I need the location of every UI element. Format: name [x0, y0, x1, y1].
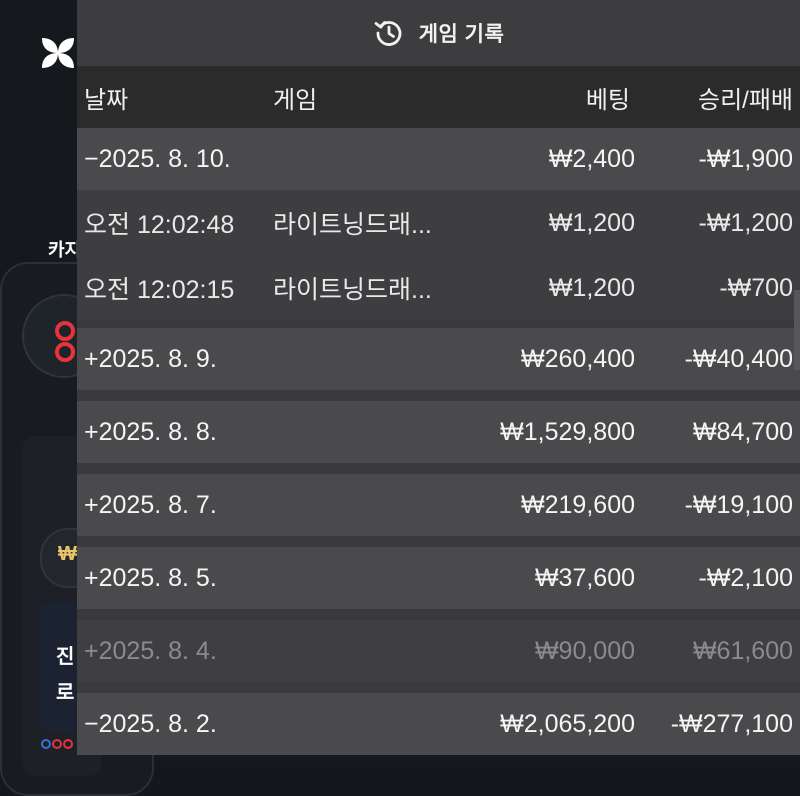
rings-icon: [55, 321, 75, 362]
expand-toggle-icon[interactable]: +: [84, 564, 99, 593]
day-date: 2025. 8. 10.: [98, 144, 231, 173]
background-dots-icon: [41, 739, 73, 749]
day-bet: ₩2,400: [548, 144, 635, 173]
round-bet: ₩1,200: [548, 208, 635, 237]
day-date: 2025. 8. 5.: [98, 563, 217, 592]
day-bet: ₩2,065,200: [500, 709, 635, 738]
round-bet: ₩1,200: [548, 273, 635, 302]
day-win-loss: -₩277,100: [670, 709, 793, 738]
day-win-loss: -₩40,400: [684, 344, 793, 373]
modal-title: 게임 기록: [418, 23, 505, 46]
round-time: 오전 12:02:48: [84, 211, 235, 239]
background-currency-symbol: ₩: [58, 543, 77, 565]
day-date: 2025. 8. 4.: [98, 636, 217, 665]
round-game-name: 라이트닝드래...: [273, 211, 432, 239]
day-row-2025-08-09[interactable]: + 2025. 8. 9. ₩260,400 -₩40,400: [77, 328, 800, 390]
day-row-2025-08-10[interactable]: − 2025. 8. 10. ₩2,400 -₩1,900: [77, 128, 800, 190]
day-bet: ₩37,600: [534, 563, 635, 592]
expand-toggle-icon[interactable]: +: [84, 345, 99, 374]
day-win-loss: -₩19,100: [684, 490, 793, 519]
day-bet: ₩90,000: [534, 636, 635, 665]
modal-header: 게임 기록: [77, 0, 800, 66]
day-bet: ₩1,529,800: [500, 417, 635, 446]
collapse-toggle-icon[interactable]: −: [84, 145, 99, 174]
column-header-bet[interactable]: 베팅: [586, 66, 630, 128]
day-win-loss: -₩1,900: [698, 144, 793, 173]
expand-toggle-icon[interactable]: +: [84, 637, 99, 666]
brand-logo-icon: [42, 38, 74, 68]
scrollbar[interactable]: [794, 290, 800, 370]
column-header-win-loss[interactable]: 승리/패배: [698, 66, 793, 128]
history-table-body: − 2025. 8. 10. ₩2,400 -₩1,900 오전 12:02:4…: [77, 128, 800, 755]
day-date: 2025. 8. 2.: [98, 709, 217, 738]
round-win-loss: -₩700: [719, 273, 793, 302]
expand-toggle-icon[interactable]: +: [84, 418, 99, 447]
column-header-game[interactable]: 게임: [273, 66, 317, 128]
game-round-row[interactable]: 오전 12:02:15 라이트닝드래... ₩1,200 -₩700: [77, 256, 800, 320]
round-time: 오전 12:02:15: [84, 276, 235, 304]
day-date: 2025. 8. 7.: [98, 490, 217, 519]
day-win-loss: ₩61,600: [692, 636, 793, 665]
expand-toggle-icon[interactable]: +: [84, 491, 99, 520]
day-row-2025-08-08[interactable]: + 2025. 8. 8. ₩1,529,800 ₩84,700: [77, 401, 800, 463]
day-bet: ₩260,400: [521, 344, 635, 373]
collapse-toggle-icon[interactable]: −: [84, 710, 99, 739]
day-win-loss: -₩2,100: [698, 563, 793, 592]
day-row-2025-08-04[interactable]: + 2025. 8. 4. ₩90,000 ₩61,600: [77, 620, 800, 682]
round-game-name: 라이트닝드래...: [273, 276, 432, 304]
day-bet: ₩219,600: [521, 490, 635, 519]
background-card-text-2: 로: [56, 682, 75, 704]
history-icon: [373, 17, 405, 49]
game-round-row[interactable]: 오전 12:02:48 라이트닝드래... ₩1,200 -₩1,200: [77, 190, 800, 256]
round-win-loss: -₩1,200: [698, 208, 793, 237]
day-date: 2025. 8. 9.: [98, 344, 217, 373]
column-header-date[interactable]: 날짜: [84, 66, 128, 128]
game-history-modal: 게임 기록 날짜 게임 베팅 승리/패배 − 2025. 8. 10. ₩2,4…: [77, 0, 800, 767]
day-row-2025-08-07[interactable]: + 2025. 8. 7. ₩219,600 -₩19,100: [77, 474, 800, 536]
day-row-2025-08-05[interactable]: + 2025. 8. 5. ₩37,600 -₩2,100: [77, 547, 800, 609]
table-header: 날짜 게임 베팅 승리/패배: [77, 66, 800, 128]
day-row-2025-08-02[interactable]: − 2025. 8. 2. ₩2,065,200 -₩277,100: [77, 693, 800, 755]
day-win-loss: ₩84,700: [692, 417, 793, 446]
background-card-text-1: 진: [56, 646, 75, 668]
day-date: 2025. 8. 8.: [98, 417, 217, 446]
